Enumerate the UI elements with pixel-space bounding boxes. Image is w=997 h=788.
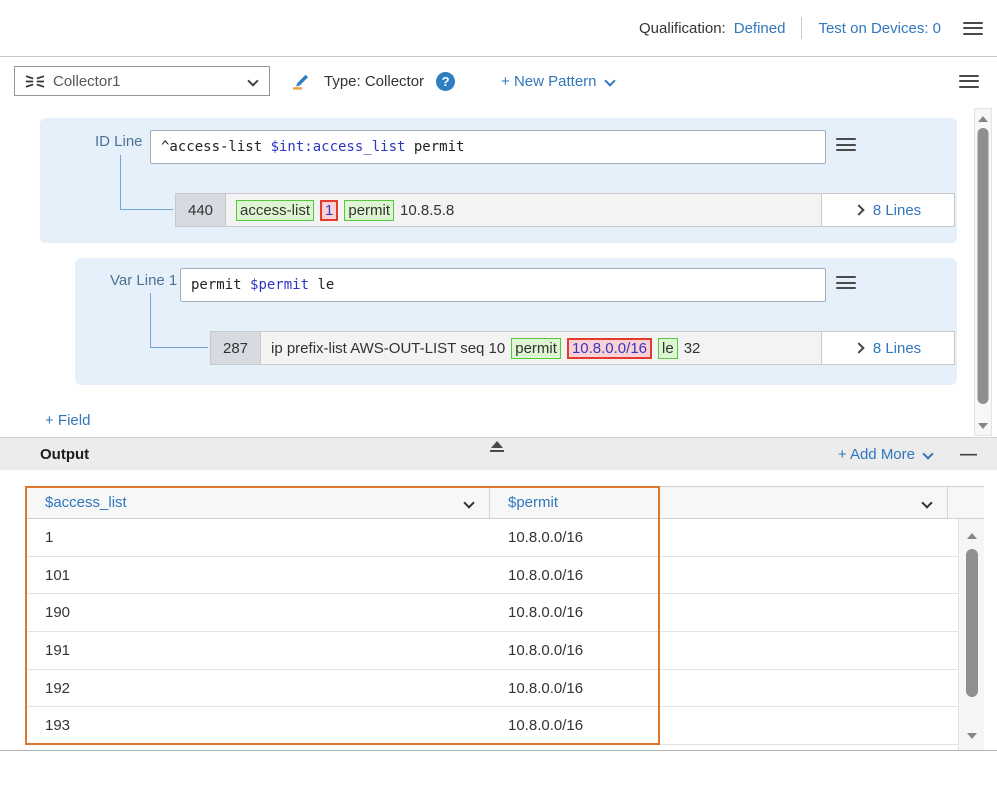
add-field-button[interactable]: + Field: [45, 412, 90, 429]
scroll-down-icon[interactable]: [978, 423, 988, 429]
chevron-down-icon: [604, 75, 615, 86]
minimize-icon[interactable]: —: [960, 444, 977, 464]
var-line-match-row: 287 ip prefix-list AWS-OUT-LIST seq 10 pe…: [210, 331, 955, 365]
match-segment-red: 10.8.0.0/16: [567, 338, 652, 359]
column-name: $permit: [508, 494, 558, 511]
table-cell: 10.8.0.0/16: [490, 604, 583, 621]
qualification-value-link[interactable]: Defined: [734, 20, 786, 37]
table-cell: 193: [25, 717, 490, 734]
scrollbar-thumb[interactable]: [978, 128, 989, 404]
chevron-right-icon: [853, 342, 864, 353]
pattern-token-var: $permit: [250, 277, 309, 293]
lines-count-label: 8 Lines: [873, 340, 921, 357]
pattern-editor: ID Line ^access-list $int:access_list pe…: [0, 105, 997, 437]
table-row[interactable]: 110.8.0.0/16: [25, 519, 958, 557]
table-cell: 192: [25, 680, 490, 697]
collector-select-value: Collector1: [53, 73, 121, 90]
output-table-body: 110.8.0.0/1610110.8.0.0/1619010.8.0.0/16…: [25, 519, 958, 745]
table-cell: 10.8.0.0/16: [490, 680, 583, 697]
chevron-down-icon: [247, 75, 258, 86]
id-line-connector: [120, 155, 173, 210]
table-cell: 191: [25, 642, 490, 659]
collector-select[interactable]: Collector1: [14, 66, 270, 96]
pattern-token-plain: ^access-list: [161, 139, 271, 155]
menu-icon[interactable]: [963, 22, 983, 35]
id-line-label: ID Line: [95, 133, 143, 150]
table-cell: 190: [25, 604, 490, 621]
output-header-bar: Output + Add More —: [0, 437, 997, 470]
table-row[interactable]: 19010.8.0.0/16: [25, 594, 958, 632]
match-text: ip prefix-list AWS-OUT-LIST seq 10 permit…: [261, 332, 821, 364]
pattern-token-plain: le: [309, 277, 334, 293]
editor-scrollbar[interactable]: [974, 108, 992, 436]
column-header-permit[interactable]: $permit: [490, 487, 948, 518]
new-pattern-label: + New Pattern: [501, 73, 596, 90]
output-table-scrollbar[interactable]: [958, 519, 984, 750]
match-segment-green: le: [658, 338, 678, 359]
add-more-button[interactable]: + Add More: [838, 446, 932, 463]
id-line-menu-icon[interactable]: [836, 138, 856, 151]
chevron-down-icon[interactable]: [463, 497, 474, 508]
id-line-match-row: 440 access-list 1 permit 10.8.5.8 8 Lines: [175, 193, 955, 227]
var-line-connector: [150, 293, 208, 348]
test-on-devices-link[interactable]: Test on Devices: 0: [818, 20, 941, 37]
table-cell: 10.8.0.0/16: [490, 529, 583, 546]
table-cell: 101: [25, 567, 490, 584]
scroll-up-icon[interactable]: [978, 116, 988, 122]
collapse-panel-icon[interactable]: [490, 441, 504, 452]
table-row[interactable]: 10110.8.0.0/16: [25, 557, 958, 595]
lines-count-label: 8 Lines: [873, 202, 921, 219]
match-segment-none: ip prefix-list AWS-OUT-LIST seq 10: [271, 339, 505, 358]
output-title: Output: [40, 446, 89, 463]
match-segment-none: 32: [684, 339, 701, 358]
id-line-expand-lines-button[interactable]: 8 Lines: [821, 194, 954, 226]
table-row[interactable]: 19210.8.0.0/16: [25, 670, 958, 708]
match-text: access-list 1 permit 10.8.5.8: [226, 194, 821, 226]
table-row[interactable]: 19310.8.0.0/16: [25, 707, 958, 745]
edit-pencil-icon[interactable]: [290, 71, 310, 91]
match-segment-green: access-list: [236, 200, 314, 221]
match-line-number: 287: [211, 332, 261, 364]
chevron-down-icon: [922, 448, 933, 459]
help-icon[interactable]: ?: [436, 72, 455, 91]
add-more-label: + Add More: [838, 446, 915, 463]
column-header-spacer: [948, 487, 984, 518]
match-segment-none: 10.8.5.8: [400, 201, 454, 220]
table-row[interactable]: 19110.8.0.0/16: [25, 632, 958, 670]
table-cell: 10.8.0.0/16: [490, 717, 583, 734]
table-cell: 10.8.0.0/16: [490, 567, 583, 584]
scroll-up-icon[interactable]: [967, 533, 977, 539]
pattern-token-plain: permit: [405, 139, 464, 155]
pattern-token-var: $int:access_list: [271, 139, 406, 155]
table-cell: 1: [25, 529, 490, 546]
var-line-menu-icon[interactable]: [836, 276, 856, 289]
chevron-down-icon[interactable]: [921, 497, 932, 508]
table-cell: 10.8.0.0/16: [490, 642, 583, 659]
new-pattern-button[interactable]: + New Pattern: [501, 73, 613, 90]
match-segment-green: permit: [344, 200, 394, 221]
match-line-number: 440: [176, 194, 226, 226]
scrollbar-thumb[interactable]: [966, 549, 978, 697]
section-divider: [0, 750, 997, 751]
top-bar: Qualification: Defined Test on Devices: …: [0, 0, 997, 57]
match-segment-red: 1: [320, 200, 338, 221]
menu-icon[interactable]: [959, 75, 979, 88]
match-segment-green: permit: [511, 338, 561, 359]
pattern-toolbar: Collector1 Type: Collector ? + New Patte…: [0, 57, 997, 105]
qualification-label: Qualification:: [639, 20, 726, 37]
collector-icon: [25, 74, 45, 89]
var-line-pattern-input[interactable]: permit $permit le: [180, 268, 826, 302]
column-name: $access_list: [45, 494, 127, 511]
var-line-label: Var Line 1: [110, 272, 177, 289]
var-line-expand-lines-button[interactable]: 8 Lines: [821, 332, 954, 364]
pattern-token-plain: permit: [191, 277, 250, 293]
type-label: Type: Collector: [324, 73, 424, 90]
id-line-pattern-input[interactable]: ^access-list $int:access_list permit: [150, 130, 826, 164]
column-header-access-list[interactable]: $access_list: [25, 487, 490, 518]
output-table-header: $access_list $permit: [25, 486, 984, 519]
chevron-right-icon: [853, 204, 864, 215]
divider: [801, 17, 802, 39]
scroll-down-icon[interactable]: [967, 733, 977, 739]
